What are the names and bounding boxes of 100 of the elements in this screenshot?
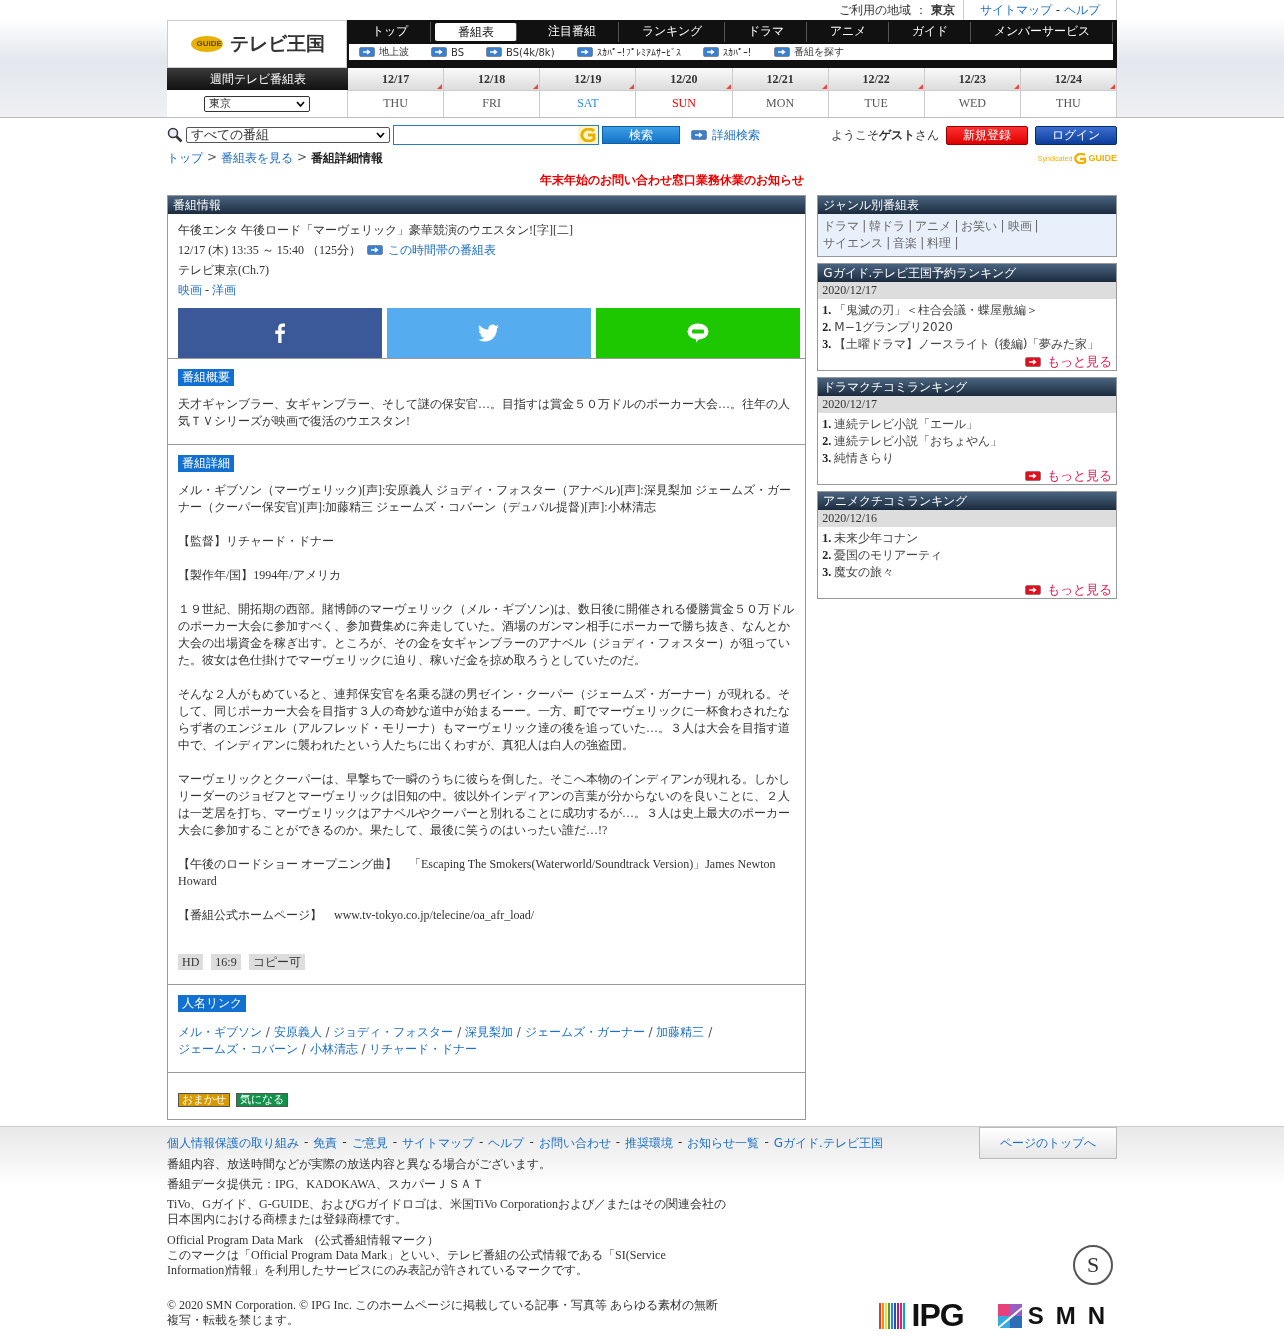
nav-tab[interactable]: ガイド <box>889 22 971 42</box>
rank-number: 3. <box>822 336 832 353</box>
genre-link[interactable]: 映画 <box>1007 219 1032 233</box>
date-tab[interactable]: 12/24 <box>1020 68 1116 91</box>
footer-link[interactable]: 推奨環境 <box>625 1135 674 1152</box>
footer-link[interactable]: 免責 <box>313 1135 338 1152</box>
rank-number: 2. <box>822 433 832 450</box>
weekday-cell: SUN <box>636 91 732 117</box>
register-button[interactable]: 新規登録 <box>946 125 1028 145</box>
nav-tab[interactable]: トップ <box>349 22 431 42</box>
person-link[interactable]: ジョディ・フォスター <box>333 1025 454 1039</box>
detail-paragraph: そんな２人がもめていると、連邦保安官を名乗る謎の男ゼイン・クーパー（ジェームズ・ガーナー）が現れる。そして、同じポーカー大会を目指す３人の奇妙な道中が始まるーー。一方、町でマーヴェリックに一杯食わされたならず者のエンジェル（アルフレッド・モリーナ）もマーヴェリック達の後を追っていた…。３人は大会を目指す道中で、インディアンに襲われたという人たちに出くわすが、真犯人は白人の強盗団。 <box>178 686 791 754</box>
search-field[interactable] <box>393 125 599 145</box>
breadcrumb-link[interactable]: 番組表を見る <box>221 149 294 167</box>
sub-nav-link[interactable]: 番組を探す <box>773 45 844 59</box>
nav-tab[interactable]: 番組表 <box>435 23 517 41</box>
ranking-item[interactable]: 「鬼滅の刃」＜柱合会議・蝶屋敷編＞ <box>834 302 1039 319</box>
sub-nav-link[interactable]: BS(4k/8k) <box>486 46 555 58</box>
footer-link[interactable]: ご意見 <box>351 1135 388 1152</box>
ranking-item[interactable]: 【土曜ドラマ】ノースライト (後編)「夢みた家」 <box>834 336 1100 353</box>
person-link[interactable]: 安原義人 <box>273 1025 322 1039</box>
footer-link[interactable]: Gガイド.テレビ王国 <box>773 1135 883 1152</box>
genre-link[interactable]: 映画 <box>178 280 202 300</box>
genre-link[interactable]: 洋画 <box>212 280 236 300</box>
ranking-item[interactable]: 魔女の旅々 <box>834 564 895 581</box>
page-top-button[interactable]: ページのトップへ <box>979 1127 1117 1159</box>
sub-nav-link[interactable]: 地上波 <box>359 45 409 59</box>
breadcrumb-link[interactable]: トップ <box>167 149 203 167</box>
date-tab[interactable]: 12/20 <box>636 68 732 91</box>
top-link[interactable]: サイトマップ <box>979 1 1052 19</box>
genre-link[interactable]: アニメ <box>915 219 952 233</box>
top-link[interactable]: ヘルプ <box>1064 1 1100 19</box>
search-button[interactable]: 検索 <box>602 126 680 144</box>
section-label: 人名リンク <box>178 995 246 1012</box>
schedule-link[interactable]: この時間帯の番組表 <box>367 240 496 260</box>
genre-link[interactable]: サイエンス <box>823 236 884 250</box>
footer-link[interactable]: サイトマップ <box>402 1135 475 1152</box>
weekday-cell: MON <box>732 91 828 117</box>
date-tab[interactable]: 12/18 <box>444 68 540 91</box>
separator: - <box>479 1135 484 1151</box>
date-tab[interactable]: 12/19 <box>540 68 636 91</box>
detail-paragraph: 【監督】リチャード・ドナー <box>178 533 335 550</box>
ipg-logo: IPG <box>878 1297 964 1334</box>
person-link[interactable]: ジェームズ・ガーナー <box>524 1025 645 1039</box>
person-link[interactable]: 小林清志 <box>309 1042 358 1056</box>
spec-tag: コピー可 <box>248 954 305 970</box>
footer-link[interactable]: 個人情報保護の取り組み <box>167 1135 299 1152</box>
genre-link[interactable]: 音楽 <box>893 236 918 250</box>
nav-tab[interactable]: メンバーサービス <box>971 22 1113 42</box>
more-link[interactable]: もっと見る <box>818 467 1116 484</box>
scope-select[interactable]: すべての番組 <box>186 127 390 143</box>
sub-nav-link[interactable]: ｽｶﾊﾟｰ!ﾌﾟﾚﾐｱﾑｻｰﾋﾞｽ <box>576 46 681 58</box>
logo-text: テレビ王国 <box>229 31 325 56</box>
bookmark-button[interactable]: 気になる <box>236 1093 288 1107</box>
person-link[interactable]: ジェームズ・コバーン <box>178 1042 298 1056</box>
genre-link[interactable]: 料理 <box>927 236 952 250</box>
more-link[interactable]: もっと見る <box>818 353 1116 370</box>
ranking-date: 2020/12/16 <box>818 510 1116 527</box>
ranking-item[interactable]: 連続テレビ小説「エール」 <box>834 416 979 433</box>
footer-link[interactable]: お問い合わせ <box>538 1135 611 1152</box>
person-link[interactable]: 加藤精三 <box>656 1025 705 1039</box>
nav-tab[interactable]: ランキング <box>619 22 725 42</box>
date-tab[interactable]: 12/21 <box>732 68 828 91</box>
ranking-item[interactable]: 未来少年コナン <box>834 530 919 547</box>
nav-tab[interactable]: アニメ <box>807 22 889 42</box>
separator: > <box>297 149 308 166</box>
separator: | <box>954 236 959 250</box>
footer-link[interactable]: ヘルプ <box>488 1135 525 1152</box>
date-tab[interactable]: 12/17 <box>348 68 444 91</box>
ranking-item[interactable]: 純情きらり <box>834 450 895 467</box>
panel-header: Gガイド.テレビ王国予約ランキング <box>818 264 1116 282</box>
genre-link[interactable]: ドラマ <box>823 219 860 233</box>
footer-link[interactable]: お知らせ一覧 <box>687 1135 760 1152</box>
twitter-share-button[interactable] <box>387 308 592 358</box>
genre-link[interactable]: お笑い <box>961 219 998 233</box>
spec-tag: HD <box>178 954 204 970</box>
date-tab[interactable]: 12/23 <box>924 68 1020 91</box>
nav-tab[interactable]: 注目番組 <box>525 22 619 42</box>
ranking-item[interactable]: 連続テレビ小説「おちょやん」 <box>834 433 1003 450</box>
line-share-button[interactable] <box>596 308 801 358</box>
rank-number: 2. <box>822 547 832 564</box>
person-link[interactable]: メル・ギブソン <box>178 1025 262 1039</box>
sub-nav-link[interactable]: ｽｶﾊﾟｰ! <box>702 46 752 58</box>
date-tab[interactable]: 12/22 <box>828 68 924 91</box>
rank-number: 1. <box>822 302 832 319</box>
copyright-text: © 2020 SMN Corporation. © IPG Inc. このホームページに掲載している記事・写真等 あらゆる素材の無断複写・転載を禁じます。 <box>167 1298 719 1328</box>
notice-link[interactable]: 年末年始のお問い合わせ窓口業務休業のお知らせ <box>227 172 1117 189</box>
ranking-item[interactable]: 憂国のモリアーティ <box>834 547 943 564</box>
person-link[interactable]: リチャード・ドナー <box>369 1042 478 1056</box>
summary-text: 天才ギャンブラー、女ギャンブラー、そして謎の保安官…。目指すは賞金５０万ドルのポーカー大会…。往年の人気ＴＶシリーズが映画で復活のウエスタン! <box>178 396 791 430</box>
genre-link[interactable]: 韓ドラ <box>869 219 906 233</box>
sub-nav-link[interactable]: BS <box>431 46 465 58</box>
ranking-item[interactable]: M−1グランプリ2020 <box>834 319 953 336</box>
nav-tab[interactable]: ドラマ <box>725 22 807 42</box>
person-link[interactable]: 深見梨加 <box>465 1025 513 1039</box>
region-select[interactable]: 東京 <box>204 95 310 112</box>
more-link[interactable]: もっと見る <box>818 581 1116 598</box>
advanced-search-link[interactable]: 詳細検索 <box>691 126 760 144</box>
weekday-cell: THU <box>348 91 444 117</box>
login-button[interactable]: ログイン <box>1035 125 1117 145</box>
